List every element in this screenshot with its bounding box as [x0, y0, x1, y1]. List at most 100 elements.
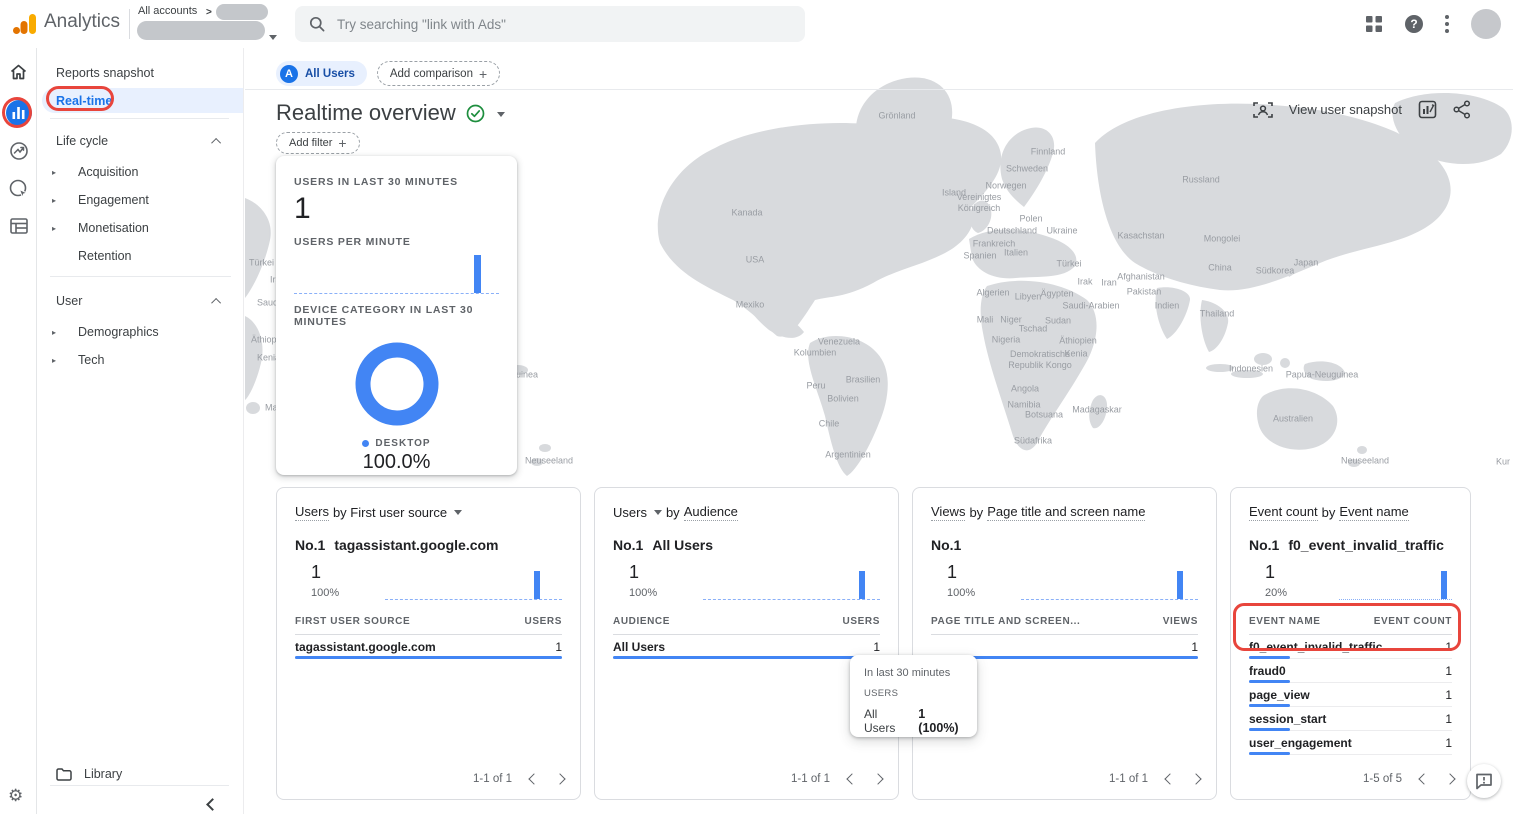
page-next-icon[interactable] [1444, 773, 1455, 784]
expand-triangle-icon[interactable]: ▸ [52, 356, 78, 365]
device-donut-chart[interactable] [294, 336, 499, 432]
report-menu-caret-icon[interactable] [497, 104, 505, 122]
users-per-minute-chart[interactable] [294, 252, 499, 294]
configure-icon[interactable] [0, 218, 37, 234]
table-row[interactable]: page_view1 [1249, 683, 1452, 707]
expand-triangle-icon[interactable]: ▸ [52, 328, 78, 337]
table-col-metric: USERS [525, 616, 562, 627]
customize-report-icon[interactable] [1418, 100, 1437, 119]
mini-sparkline-chart[interactable] [1339, 562, 1452, 602]
page-next-icon[interactable] [554, 773, 565, 784]
add-comparison-button[interactable]: Add comparison + [377, 61, 500, 86]
dimension-caret-icon[interactable] [454, 510, 462, 515]
card-title-segment[interactable]: Users [295, 504, 329, 521]
share-icon[interactable] [1453, 100, 1471, 119]
sidebar-sections: Life cycle▸Acquisition▸Engagement▸Moneti… [38, 124, 243, 374]
avatar[interactable] [1471, 9, 1501, 39]
advertising-icon[interactable] [0, 179, 37, 199]
mini-sparkline-chart[interactable] [385, 562, 562, 602]
row-name: session_start [1249, 712, 1326, 726]
sidebar-section-user[interactable]: User [38, 284, 243, 318]
view-user-snapshot-button[interactable]: View user snapshot [1289, 102, 1402, 117]
row-value: 1 [1445, 640, 1452, 654]
sidebar-item-realtime[interactable]: Real-time [42, 88, 243, 113]
sidebar-item-tech[interactable]: ▸Tech [38, 346, 243, 374]
row-name: user_engagement [1249, 736, 1352, 750]
divider [245, 89, 1513, 90]
sidebar-item-retention[interactable]: Retention [38, 242, 243, 270]
dimension-caret-icon[interactable] [654, 510, 662, 515]
data-quality-check-icon[interactable] [466, 104, 485, 123]
redacted-property-name[interactable] [137, 21, 265, 40]
mini-sparkline-chart[interactable] [703, 562, 880, 602]
table-col-metric: USERS [843, 616, 880, 627]
chevron-up-icon[interactable] [211, 297, 221, 307]
sidebar-item-engagement[interactable]: ▸Engagement [38, 186, 243, 214]
row-progress-bar [613, 656, 880, 659]
tooltip-series-value: 1 (100%) [918, 707, 963, 735]
page-prev-icon[interactable] [1418, 773, 1429, 784]
page-prev-icon[interactable] [1164, 773, 1175, 784]
chart-tooltip: In last 30 minutes USERS All Users 1 (10… [850, 655, 977, 737]
sidebar-item-monetisation[interactable]: ▸Monetisation [38, 214, 243, 242]
analytics-logo-icon[interactable] [12, 12, 38, 36]
card-title-segment[interactable]: Audience [684, 504, 738, 521]
table-row[interactable]: session_start1 [1249, 707, 1452, 731]
pagination-label: 1-5 of 5 [1363, 773, 1402, 785]
page-prev-icon[interactable] [528, 773, 539, 784]
overflow-menu-icon[interactable] [1445, 15, 1449, 33]
table-row[interactable]: fraud01 [1249, 659, 1452, 683]
sidebar-section-life-cycle[interactable]: Life cycle [38, 124, 243, 158]
account-switcher-caret-icon[interactable] [269, 27, 277, 45]
divider [50, 276, 231, 284]
explore-icon[interactable] [0, 141, 37, 161]
desktop-legend-label: DESKTOP [375, 438, 430, 449]
chevron-up-icon[interactable] [211, 137, 221, 147]
card-title[interactable]: Users by Audience [613, 504, 880, 521]
table-col-dimension: AUDIENCE [613, 616, 670, 627]
feedback-button[interactable] [1467, 764, 1501, 798]
expand-triangle-icon[interactable]: ▸ [52, 196, 78, 205]
card-title-segment[interactable]: Event name [1339, 504, 1408, 521]
row-value: 1 [1445, 736, 1452, 750]
mini-sparkline-chart[interactable] [1021, 562, 1198, 602]
collapse-sidebar-icon[interactable] [206, 798, 219, 811]
card-title-segment[interactable]: Page title and screen name [987, 504, 1145, 521]
card-title[interactable]: Users by First user source [295, 504, 562, 521]
page-next-icon[interactable] [872, 773, 883, 784]
sidebar-item-demographics[interactable]: ▸Demographics [38, 318, 243, 346]
expand-triangle-icon[interactable]: ▸ [52, 168, 78, 177]
table-row[interactable]: f0_event_invalid_traffic1 [1249, 635, 1452, 659]
desktop-percentage: 100.0% [294, 451, 499, 474]
card-title-segment[interactable]: Views [931, 504, 965, 521]
breadcrumb: All accounts [138, 5, 197, 17]
comparison-chip-all-users[interactable]: A All Users [276, 61, 367, 86]
expand-triangle-icon[interactable]: ▸ [52, 224, 78, 233]
search-input[interactable]: Try searching "link with Ads" [295, 6, 805, 42]
table-row[interactable]: tagassistant.google.com1 [295, 635, 562, 659]
sidebar-item-reports-snapshot[interactable]: Reports snapshot [56, 66, 154, 80]
sidebar-item-acquisition[interactable]: ▸Acquisition [38, 158, 243, 186]
row-name: All Users [613, 640, 665, 654]
page-prev-icon[interactable] [846, 773, 857, 784]
apps-grid-icon[interactable] [1365, 15, 1383, 33]
card-title-segment[interactable]: Event count [1249, 504, 1318, 521]
add-filter-button[interactable]: Add filter + [276, 132, 360, 154]
card-title[interactable]: Event count by Event name [1249, 504, 1452, 521]
table-row[interactable]: All Users1 [613, 635, 880, 659]
user-snapshot-icon [1253, 101, 1273, 119]
reports-sidebar: Reports snapshot Real-time Life cycle▸Ac… [38, 48, 244, 814]
page-next-icon[interactable] [1190, 773, 1201, 784]
metric-value: 1 [629, 562, 683, 583]
admin-gear-icon[interactable]: ⚙ [8, 786, 23, 806]
help-icon[interactable]: ? [1405, 15, 1423, 33]
divider [50, 785, 229, 786]
add-filter-label: Add filter [289, 137, 332, 149]
home-icon[interactable] [0, 63, 37, 81]
sidebar-item-library[interactable]: Library [38, 760, 243, 788]
card-title[interactable]: Views by Page title and screen name [931, 504, 1198, 521]
reports-icon[interactable] [0, 100, 37, 126]
card-title-segment: by [666, 505, 680, 520]
table-row[interactable]: user_engagement 1 [1249, 731, 1452, 755]
product-name: Analytics [44, 11, 120, 33]
